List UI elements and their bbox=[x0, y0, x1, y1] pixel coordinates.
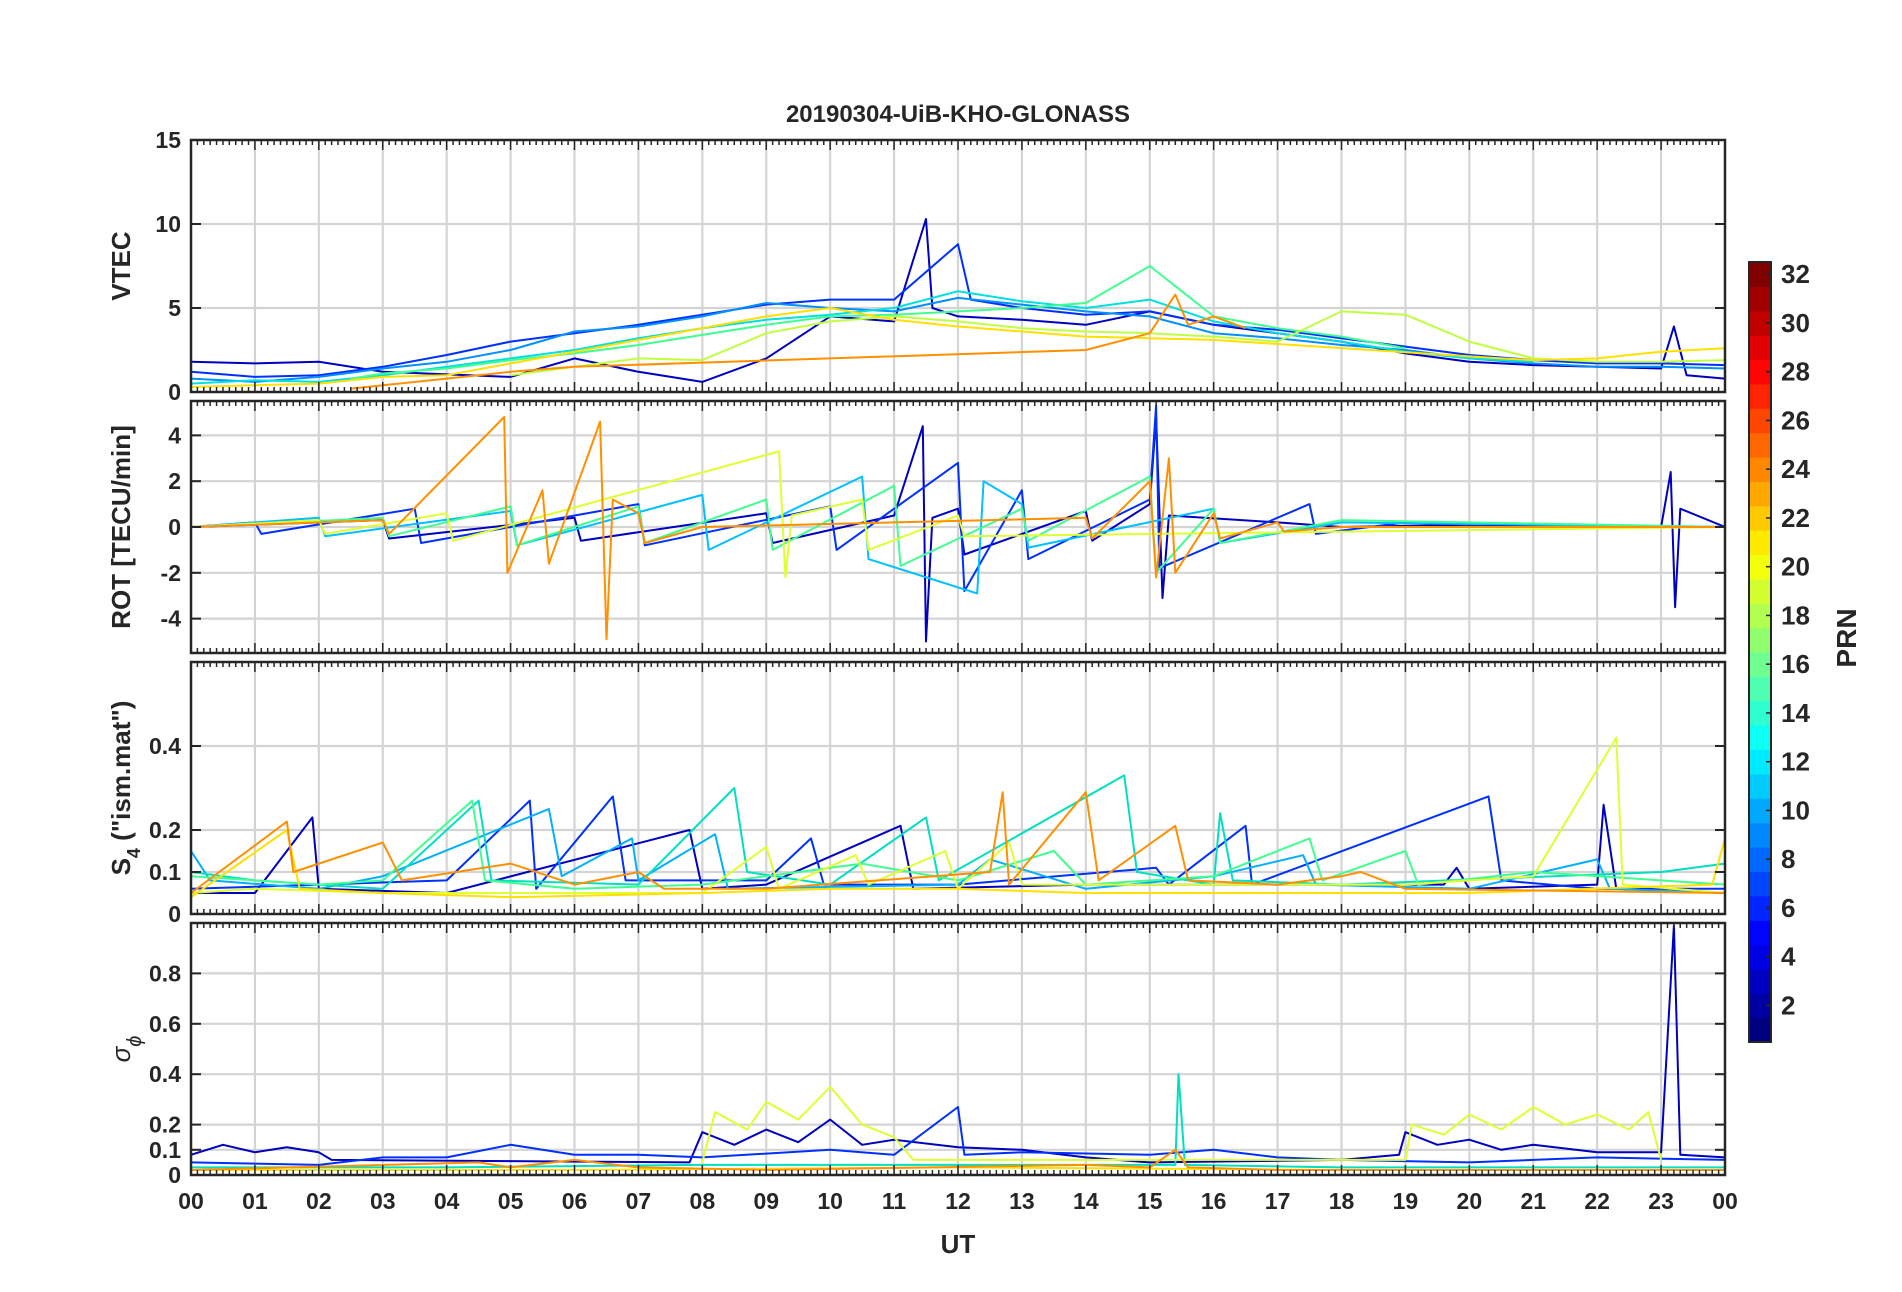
colorbar-tick-label: 30 bbox=[1781, 308, 1810, 338]
colorbar-swatch bbox=[1749, 725, 1771, 751]
x-tick-label: 01 bbox=[242, 1188, 268, 1214]
colorbar-swatch bbox=[1749, 481, 1771, 507]
x-tick-label: 16 bbox=[1201, 1188, 1227, 1214]
colorbar-tick-label: 28 bbox=[1781, 357, 1810, 387]
y-tick-label: 15 bbox=[155, 127, 181, 153]
y-tick-label: -2 bbox=[161, 560, 181, 586]
y-tick-label: 10 bbox=[155, 211, 181, 237]
y-tick-label: 0 bbox=[168, 379, 181, 405]
x-tick-label: 22 bbox=[1584, 1188, 1610, 1214]
colorbar-tick-label: 24 bbox=[1781, 454, 1810, 484]
y-tick-label: 0.8 bbox=[149, 960, 181, 986]
y-tick-label: 0.1 bbox=[149, 859, 181, 885]
colorbar-tick-label: 6 bbox=[1781, 893, 1795, 923]
x-tick-label: 20 bbox=[1457, 1188, 1483, 1214]
y-axis-label: ROT [TECU/min] bbox=[106, 425, 136, 629]
colorbar-swatch bbox=[1749, 432, 1771, 458]
x-tick-label: 08 bbox=[690, 1188, 716, 1214]
y-tick-label: 2 bbox=[168, 468, 181, 494]
colorbar-swatch bbox=[1749, 822, 1771, 848]
x-tick-label: 04 bbox=[434, 1188, 460, 1214]
y-tick-label: 0.6 bbox=[149, 1011, 181, 1037]
y-tick-label: 0.2 bbox=[149, 1112, 181, 1138]
colorbar-swatch bbox=[1749, 773, 1771, 799]
x-tick-label: 14 bbox=[1073, 1188, 1099, 1214]
y-tick-label: -4 bbox=[161, 606, 182, 632]
y-tick-label: 0.1 bbox=[149, 1137, 181, 1163]
colorbar-swatch bbox=[1749, 968, 1771, 994]
colorbar-swatch bbox=[1749, 335, 1771, 361]
colorbar-tick-label: 4 bbox=[1781, 942, 1796, 972]
y-tick-label: 0 bbox=[168, 514, 181, 540]
colorbar-swatch bbox=[1749, 578, 1771, 604]
colorbar-tick-label: 18 bbox=[1781, 600, 1810, 630]
x-tick-label: 06 bbox=[562, 1188, 588, 1214]
x-tick-label: 10 bbox=[817, 1188, 843, 1214]
x-tick-label: 05 bbox=[498, 1188, 524, 1214]
colorbar-tick-label: 12 bbox=[1781, 747, 1810, 777]
y-tick-label: 0 bbox=[168, 901, 181, 927]
y-tick-label: 0.4 bbox=[149, 1061, 181, 1087]
y-tick-label: 4 bbox=[168, 422, 181, 448]
colorbar-tick-label: 32 bbox=[1781, 259, 1810, 289]
x-tick-label: 09 bbox=[753, 1188, 779, 1214]
x-tick-label: 07 bbox=[626, 1188, 652, 1214]
colorbar-tick-label: 10 bbox=[1781, 795, 1810, 825]
y-tick-label: 5 bbox=[168, 295, 181, 321]
x-tick-label: 12 bbox=[945, 1188, 971, 1214]
y-axis-label: VTEC bbox=[106, 231, 136, 301]
colorbar-tick-label: 26 bbox=[1781, 405, 1810, 435]
x-tick-label: 03 bbox=[370, 1188, 396, 1214]
chart-title: 20190304-UiB-KHO-GLONASS bbox=[786, 101, 1130, 128]
colorbar-swatch bbox=[1749, 627, 1771, 653]
colorbar-swatch bbox=[1749, 871, 1771, 897]
colorbar-swatch bbox=[1749, 676, 1771, 702]
colorbar-swatch bbox=[1749, 530, 1771, 556]
colorbar-tick-label: 2 bbox=[1781, 990, 1795, 1020]
x-tick-label: 17 bbox=[1265, 1188, 1291, 1214]
x-tick-label: 23 bbox=[1648, 1188, 1674, 1214]
x-tick-label: 02 bbox=[306, 1188, 332, 1214]
colorbar-tick-label: 8 bbox=[1781, 844, 1795, 874]
colorbar-swatch bbox=[1749, 920, 1771, 946]
x-tick-label: 15 bbox=[1137, 1188, 1163, 1214]
x-tick-label: 00 bbox=[178, 1188, 204, 1214]
colorbar-label: PRN bbox=[1831, 608, 1862, 667]
x-tick-label: 18 bbox=[1329, 1188, 1355, 1214]
colorbar-tick-label: 14 bbox=[1781, 698, 1810, 728]
x-tick-label: 11 bbox=[882, 1188, 907, 1214]
x-tick-label: 00 bbox=[1712, 1188, 1738, 1214]
y-tick-label: 0.4 bbox=[149, 733, 181, 759]
colorbar-tick-label: 20 bbox=[1781, 552, 1810, 582]
colorbar-tick-label: 16 bbox=[1781, 649, 1810, 679]
colorbar-swatch bbox=[1749, 383, 1771, 409]
x-axis-label: UT bbox=[941, 1229, 976, 1259]
y-tick-label: 0 bbox=[168, 1162, 181, 1188]
colorbar-tick-label: 22 bbox=[1781, 503, 1810, 533]
colorbar-swatch bbox=[1749, 1017, 1771, 1043]
colorbar-swatch bbox=[1749, 286, 1771, 312]
x-tick-label: 13 bbox=[1009, 1188, 1035, 1214]
x-tick-label: 19 bbox=[1393, 1188, 1419, 1214]
figure: 20190304-UiB-KHO-GLONASS 051015VTEC-4-20… bbox=[0, 0, 1902, 1292]
y-tick-label: 0.2 bbox=[149, 817, 181, 843]
x-tick-label: 21 bbox=[1520, 1188, 1546, 1214]
